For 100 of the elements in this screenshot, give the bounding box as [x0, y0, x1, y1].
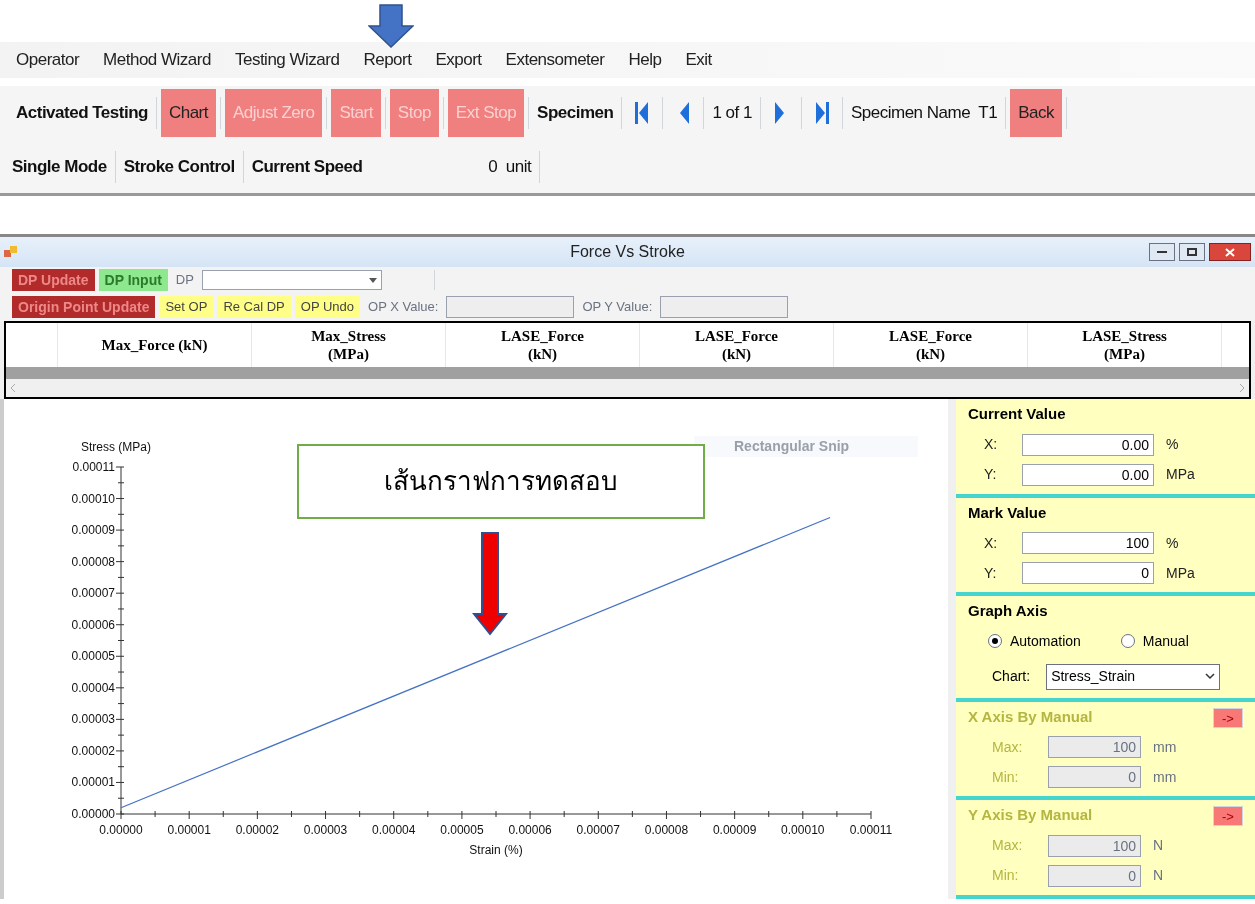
- x-tick-label: 0.00010: [781, 823, 825, 837]
- scroll-left-icon: [10, 384, 16, 392]
- previous-icon[interactable]: [634, 100, 651, 126]
- menu-item[interactable]: Help: [628, 47, 662, 73]
- window-title: Force Vs Stroke: [570, 242, 685, 262]
- chart-label: Chart:: [992, 667, 1031, 686]
- down-arrow-icon: [472, 532, 508, 636]
- minimize-button[interactable]: [1149, 243, 1175, 261]
- chart-dropdown[interactable]: Stress_Strain: [1046, 663, 1221, 690]
- chevron-down-icon: [1205, 673, 1216, 680]
- toolbar-button[interactable]: OP Undo: [294, 296, 361, 318]
- menu-item[interactable]: Method Wizard: [103, 47, 211, 73]
- next-icon[interactable]: [813, 100, 830, 126]
- x-tick-label: 0.00005: [440, 823, 484, 837]
- value-field[interactable]: 0: [1022, 562, 1154, 584]
- toolbar-label: Specimen: [536, 102, 615, 125]
- unit-label: mm: [1153, 737, 1177, 757]
- y-tick-label: 0.00007: [71, 586, 115, 601]
- field-label: OP X Value:: [367, 298, 440, 317]
- y-tick-label: 0.00000: [71, 807, 115, 821]
- x-tick-label: 0.00000: [99, 823, 143, 837]
- x-tick-label: 0.00009: [712, 823, 757, 837]
- row-label: Y:: [984, 465, 998, 484]
- toolbar-text: 1 of 1: [711, 102, 753, 125]
- input-field[interactable]: [446, 296, 575, 318]
- y-tick-label: 0.00008: [71, 554, 115, 569]
- field-label: OP Y Value:: [581, 298, 654, 317]
- unit-label: MPa: [1166, 465, 1195, 484]
- toolbar-button[interactable]: Set OP: [159, 296, 214, 318]
- close-icon: [1225, 247, 1235, 257]
- value-field[interactable]: 0.00: [1022, 433, 1154, 456]
- menu-item[interactable]: Operator: [16, 47, 80, 73]
- toolbar-button[interactable]: Re Cal DP: [217, 296, 291, 318]
- toolbar-button[interactable]: DP Input: [98, 269, 168, 291]
- y-tick-label: 0.00001: [71, 775, 115, 790]
- menu-item[interactable]: Extensometer: [505, 47, 605, 73]
- radio-button[interactable]: [988, 634, 1002, 648]
- down-arrow-icon: [368, 4, 414, 48]
- status-label: Current Speed: [250, 155, 364, 178]
- callout-box: เส้นกราฟการทดสอบ: [297, 444, 705, 519]
- value-field[interactable]: 100: [1022, 532, 1154, 554]
- group-title: Current Value: [968, 404, 1066, 424]
- speed-value: 0 unit: [487, 155, 533, 178]
- x-tick-label: 0.00011: [849, 823, 893, 837]
- menu-item[interactable]: Report: [363, 47, 412, 73]
- row-label: Y:: [984, 563, 998, 583]
- horizontal-scrollbar[interactable]: [6, 379, 1249, 397]
- y-tick-label: 0.00004: [71, 680, 115, 695]
- radio-option[interactable]: Manual: [1120, 630, 1189, 652]
- status-label: Stroke Control: [122, 155, 236, 178]
- x-tick-label: 0.00008: [644, 823, 689, 837]
- row-label: Max:: [992, 737, 1024, 757]
- status-label: Single Mode: [11, 155, 108, 178]
- maximize-button[interactable]: [1179, 243, 1205, 261]
- unit-label: N: [1153, 836, 1164, 855]
- toolbar-button[interactable]: Chart: [160, 89, 216, 137]
- menu-item[interactable]: Export: [435, 47, 482, 73]
- unit-label: N: [1153, 866, 1164, 885]
- snip-tooltip: Rectangular Snip: [694, 436, 918, 457]
- group-title: X Axis By Manual: [968, 706, 1093, 727]
- toolbar-text: Specimen Name T1: [849, 102, 999, 125]
- y-axis-title: Stress (MPa): [81, 440, 151, 454]
- scroll-right-icon: [1239, 384, 1245, 392]
- y-tick-label: 0.00009: [71, 523, 115, 538]
- x-tick-label: 0.00004: [372, 823, 416, 837]
- unit-label: MPa: [1166, 563, 1195, 583]
- row-label: Min:: [992, 866, 1020, 885]
- menu-item[interactable]: Exit: [685, 47, 712, 73]
- caret-icon: [368, 277, 377, 283]
- y-tick-label: 0.00011: [72, 460, 115, 474]
- unit-label: mm: [1153, 767, 1177, 787]
- y-tick-label: 0.00006: [71, 617, 115, 632]
- x-axis-title: Strain (%): [469, 843, 523, 857]
- group-title: Graph Axis: [968, 601, 1048, 621]
- y-tick-label: 0.00010: [71, 491, 115, 506]
- x-tick-label: 0.00006: [508, 823, 552, 837]
- value-field[interactable]: 0.00: [1022, 463, 1154, 486]
- unit-label: %: [1166, 533, 1179, 553]
- x-tick-label: 0.00003: [303, 823, 348, 837]
- row-label: X:: [984, 435, 999, 454]
- x-tick-label: 0.00001: [167, 823, 211, 837]
- radio-option[interactable]: Automation: [988, 630, 1081, 652]
- y-tick-label: 0.00003: [71, 712, 115, 727]
- dp-dropdown[interactable]: [201, 270, 382, 290]
- row-label: X:: [984, 533, 999, 553]
- y-tick-label: 0.00002: [71, 743, 115, 758]
- x-tick-label: 0.00002: [235, 823, 280, 837]
- toolbar-label: Activated Testing: [15, 102, 149, 125]
- app-icon: [4, 246, 18, 258]
- unit-label: %: [1166, 435, 1179, 454]
- toolbar-button[interactable]: Back: [1010, 89, 1062, 137]
- group-title: Y Axis By Manual: [968, 805, 1093, 825]
- field-label: DP: [174, 271, 195, 290]
- x-tick-label: 0.00007: [576, 823, 620, 837]
- close-button[interactable]: [1209, 243, 1251, 261]
- radio-button[interactable]: [1120, 634, 1135, 648]
- row-label: Max:: [992, 836, 1024, 855]
- group-title: Mark Value: [968, 502, 1047, 523]
- menu-item[interactable]: Testing Wizard: [234, 47, 340, 73]
- input-field[interactable]: [660, 296, 789, 318]
